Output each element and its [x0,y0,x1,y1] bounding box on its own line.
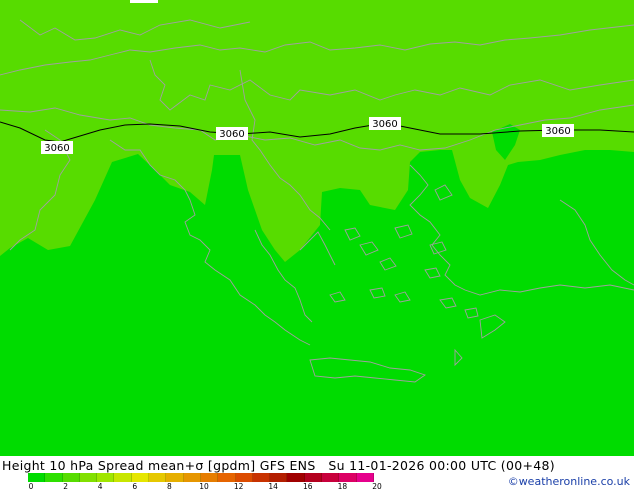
legend-swatch [183,473,201,482]
map-title: Height 10 hPa Spread mean+σ [gpdm] GFS E… [2,458,555,473]
legend-swatch [252,473,271,482]
legend-swatch [149,473,167,482]
contour-label-2-text: 3060 [219,129,244,140]
legend-swatch [270,473,288,482]
map-corner-marker [130,0,158,3]
legend-swatch [235,473,253,482]
legend-swatch [114,473,132,482]
legend-swatch [166,473,184,482]
contour-label-3-text: 3060 [372,119,397,130]
legend-swatch [339,473,357,482]
map-footer: Height 10 hPa Spread mean+σ [gpdm] GFS E… [0,456,634,491]
legend-swatch [200,473,219,482]
legend-swatch [62,473,80,482]
legend-swatch [304,473,323,482]
contour-label-3: 3060 [369,117,401,130]
credit-link[interactable]: ©weatheronline.co.uk [508,475,630,488]
contour-label-2: 3060 [216,127,248,140]
contour-label-4: 3060 [542,124,574,137]
contour-label-4-text: 3060 [545,126,570,137]
legend-swatch [131,473,150,482]
legend-swatch [97,473,115,482]
color-legend [28,473,374,482]
contour-label-1: 3060 [41,141,73,154]
legend-swatch [28,473,46,482]
legend-swatch [356,473,374,482]
weather-map: 3060 3060 3060 3060 [0,0,634,456]
legend-swatch [45,473,63,482]
legend-swatch [79,473,98,482]
legend-swatch [322,473,340,482]
legend-swatch [218,473,236,482]
legend-swatch [287,473,305,482]
contour-label-1-text: 3060 [44,143,69,154]
